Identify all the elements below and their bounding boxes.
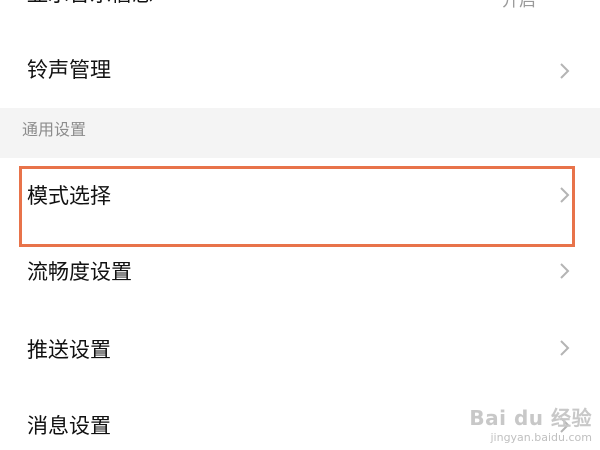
setting-label-smoothness: 流畅度设置 [27,260,132,284]
setting-label-top-partial: 显示音乐信息 [27,0,153,8]
setting-row-ringtone[interactable]: 铃声管理 [0,40,600,104]
setting-label-push: 推送设置 [27,338,111,362]
setting-value-top-partial: 开启 [502,0,536,11]
setting-row-push[interactable]: 推送设置 [0,312,600,388]
chevron-right-icon [556,338,572,358]
setting-label-ringtone: 铃声管理 [27,58,111,82]
chevron-right-icon [556,61,572,81]
setting-row-top-partial[interactable]: 显示音乐信息 开启 [0,0,600,30]
setting-label-message: 消息设置 [27,414,111,438]
chevron-right-icon [556,261,572,281]
watermark-url: jingyan.baidu.com [490,431,592,444]
setting-row-smoothness[interactable]: 流畅度设置 [0,240,600,310]
watermark-brand: Bai du 经验 [469,406,592,430]
section-header-general: 通用设置 [0,108,600,158]
section-title-general: 通用设置 [22,120,87,139]
watermark: Bai du 经验 jingyan.baidu.com [469,402,592,444]
highlight-box [19,166,575,247]
